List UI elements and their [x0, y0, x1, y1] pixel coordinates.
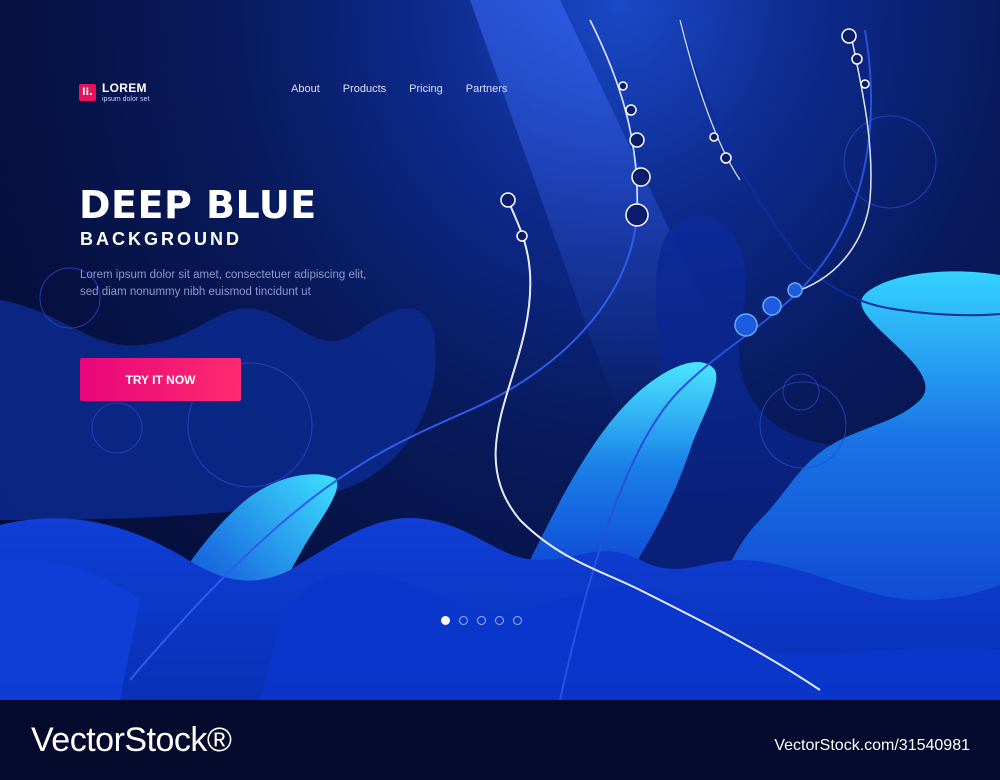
hero-title: DEEP BLUE: [79, 183, 317, 227]
pagination-dot[interactable]: [459, 616, 468, 625]
brand-tagline: ipsum dolor set: [102, 96, 150, 103]
logo-icon: li.: [79, 84, 96, 101]
brand-name: LOREM: [102, 81, 147, 95]
watermark-id: VectorStock.com/31540981: [774, 737, 970, 754]
back-blob-left: [0, 300, 436, 520]
pagination-dot[interactable]: [495, 616, 504, 625]
hero-description: Lorem ipsum dolor sit amet, consectetuer…: [80, 269, 367, 298]
carousel-pagination: [441, 616, 522, 625]
hero-subtitle: BACKGROUND: [80, 229, 242, 249]
watermark-brand: VectorStock®: [31, 721, 232, 759]
hero-section: li. LOREM ipsum dolor set About Products…: [0, 0, 1000, 700]
pagination-dot[interactable]: [513, 616, 522, 625]
pagination-dot[interactable]: [441, 616, 450, 625]
brand-logo[interactable]: li. LOREM ipsum dolor set: [79, 82, 149, 103]
nav-partners[interactable]: Partners: [466, 83, 508, 95]
nav-products[interactable]: Products: [343, 83, 386, 95]
main-nav: About Products Pricing Partners: [291, 83, 530, 95]
logo-text: LOREM ipsum dolor set: [102, 82, 149, 103]
nav-about[interactable]: About: [291, 83, 320, 95]
try-it-now-button[interactable]: TRY IT NOW: [80, 358, 241, 401]
pagination-dot[interactable]: [477, 616, 486, 625]
background-artwork: [0, 0, 1000, 700]
nav-pricing[interactable]: Pricing: [409, 83, 443, 95]
